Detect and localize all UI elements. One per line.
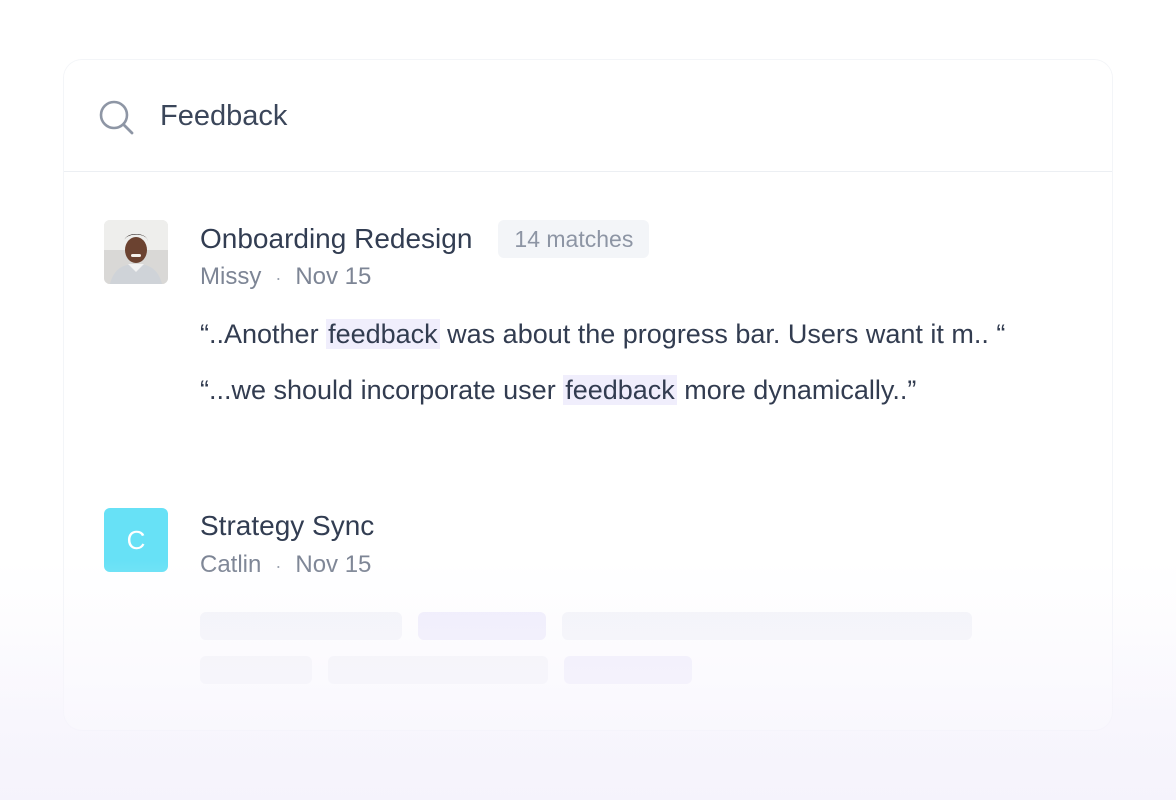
result-title[interactable]: Onboarding Redesign	[200, 221, 472, 257]
snippet-text: was about the progress bar. Users want i…	[439, 319, 1006, 349]
result-snippet[interactable]: “...we should incorporate user feedback …	[200, 370, 916, 410]
result-meta: Missy · Nov 15	[200, 262, 371, 293]
result-title-row: Onboarding Redesign 14 matches	[200, 220, 650, 258]
loading-skeleton	[562, 612, 972, 640]
snippet-text: “..Another	[200, 319, 327, 349]
result-item-strategy-sync[interactable]: C Strategy Sync Catlin · Nov 15	[104, 508, 1084, 698]
result-date: Nov 15	[295, 551, 372, 578]
loading-skeleton	[564, 656, 692, 684]
loading-skeleton	[328, 656, 548, 684]
snippet-text: more dynamically..”	[676, 375, 917, 405]
avatar	[104, 220, 168, 284]
search-input[interactable]	[160, 96, 860, 136]
loading-skeleton	[200, 656, 312, 684]
search-bar	[64, 60, 1112, 172]
search-icon	[99, 100, 134, 135]
loading-skeleton	[200, 612, 402, 640]
result-author: Missy	[200, 263, 262, 290]
result-title[interactable]: Strategy Sync	[200, 508, 374, 544]
meta-separator: ·	[275, 268, 282, 288]
snippet-highlight: feedback	[563, 375, 677, 405]
search-results-card: Onboarding Redesign 14 matches Missy · Nov…	[64, 60, 1112, 730]
result-author: Catlin	[200, 551, 262, 578]
result-snippet[interactable]: “..Another feedback was about the progre…	[200, 314, 1005, 354]
result-meta: Catlin · Nov 15	[200, 550, 371, 581]
meta-separator: ·	[275, 556, 282, 576]
result-item-onboarding-redesign[interactable]: Onboarding Redesign 14 matches Missy · Nov…	[104, 220, 1084, 420]
loading-skeleton	[418, 612, 546, 640]
match-count-badge: 14 matches	[498, 220, 650, 258]
result-title-row: Strategy Sync	[200, 508, 374, 544]
snippet-highlight: feedback	[326, 319, 440, 349]
snippet-text: “...we should incorporate user	[200, 375, 564, 405]
result-date: Nov 15	[295, 263, 372, 290]
avatar: C	[104, 508, 168, 572]
